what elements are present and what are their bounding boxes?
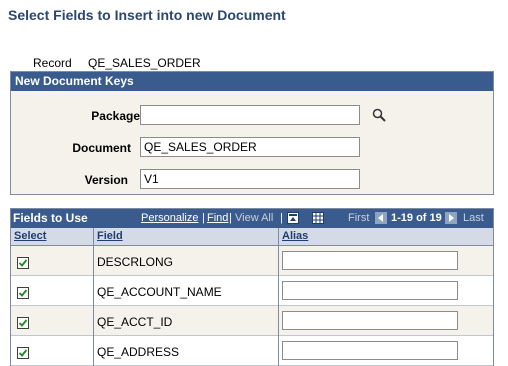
nav-separator: | [229,212,232,224]
package-label: Package [91,109,140,123]
column-divider [93,245,94,366]
grid-column-headers: Select Field Alias [11,228,493,246]
next-arrow-icon[interactable] [445,212,457,224]
grid-navigation-bar: Fields to Use Personalize | Find | View … [11,209,493,228]
checkmark-icon [18,289,28,297]
select-checkbox[interactable] [17,317,29,329]
column-header-field[interactable]: Field [97,230,123,242]
table-row: DESCRLONG [11,246,493,276]
grid-title: Fields to Use [13,211,88,225]
alias-input[interactable] [282,251,458,270]
checkmark-icon [18,259,28,267]
table-row: QE_ACCT_ID [11,306,493,336]
nav-separator: | [280,212,283,224]
column-header-select[interactable]: Select [14,230,46,242]
column-divider [278,245,279,366]
fields-to-use-grid: Fields to Use Personalize | Find | View … [10,208,494,366]
column-header-alias[interactable]: Alias [282,230,308,242]
field-name: QE_ADDRESS [97,345,180,359]
personalize-link[interactable]: Personalize [141,209,198,228]
column-divider [278,228,279,245]
alias-input[interactable] [282,341,458,360]
alias-input[interactable] [282,281,458,300]
row-range: 1-19 of 19 [391,212,442,224]
document-input[interactable] [140,137,360,157]
zoom-grid-icon[interactable] [287,212,299,224]
select-checkbox[interactable] [17,257,29,269]
download-grid-icon[interactable] [312,212,324,224]
checkmark-icon [18,319,28,327]
field-name: QE_ACCT_ID [97,315,173,329]
column-divider [93,228,94,245]
package-input[interactable] [140,105,360,125]
magnifier-icon[interactable] [372,108,386,122]
version-label: Version [84,173,128,187]
alias-input[interactable] [282,311,458,330]
page-title: Select Fields to Insert into new Documen… [8,7,286,23]
table-row: QE_ACCOUNT_NAME [11,276,493,306]
table-row: QE_ADDRESS [11,336,493,366]
field-name: DESCRLONG [97,255,174,269]
select-checkbox[interactable] [17,287,29,299]
view-all-link[interactable]: View All [235,209,273,228]
field-name: QE_ACCOUNT_NAME [97,285,222,299]
find-link[interactable]: Find [207,209,228,228]
checkmark-icon [18,349,28,357]
first-link[interactable]: First [348,209,369,228]
document-label: Document [72,141,131,155]
new-document-keys-panel: New Document Keys Package Document Versi… [10,71,494,195]
version-input[interactable] [140,169,360,189]
nav-separator: | [202,212,205,224]
previous-arrow-icon[interactable] [375,212,387,224]
last-link[interactable]: Last [463,209,484,228]
record-label: Record [33,56,72,70]
select-checkbox[interactable] [17,347,29,359]
record-value: QE_SALES_ORDER [88,56,201,70]
new-document-keys-header: New Document Keys [11,72,493,91]
